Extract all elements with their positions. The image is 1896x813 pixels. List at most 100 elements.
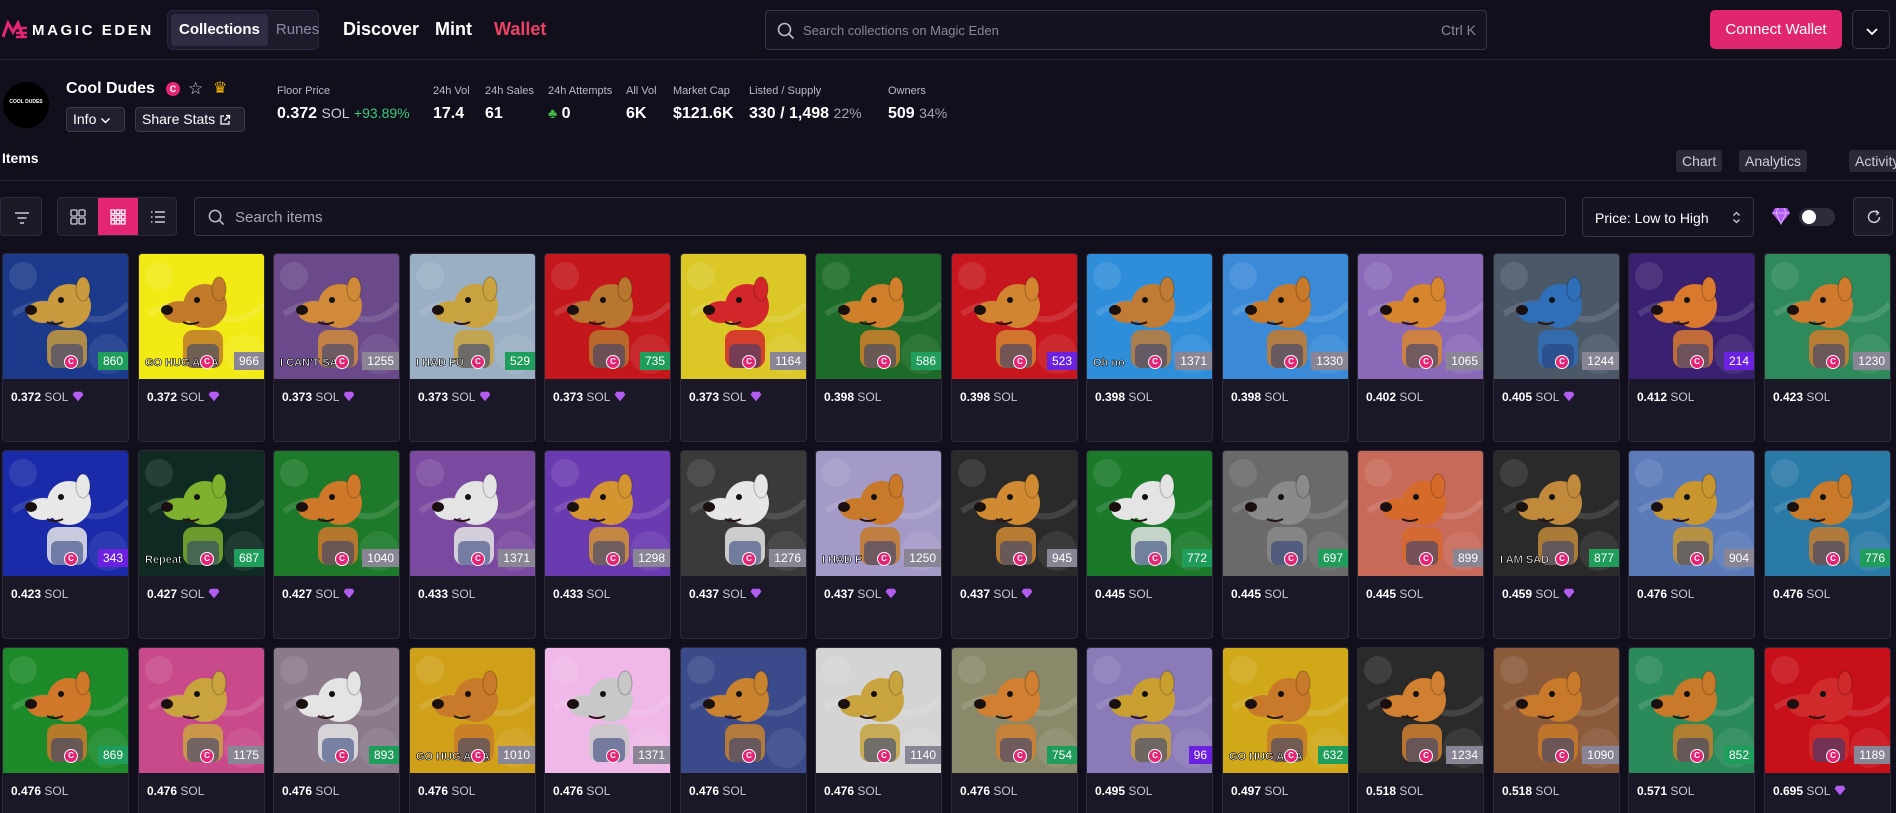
nft-card[interactable]: I HAD F C 1250 0.437 SOL <box>815 450 942 639</box>
nft-card[interactable]: C 904 0.476 SOL <box>1628 450 1755 639</box>
nft-card[interactable]: C 1371 0.476 SOL <box>544 647 671 813</box>
tab-analytics[interactable]: Analytics <box>1739 150 1808 172</box>
menu-dropdown-button[interactable] <box>1852 10 1890 49</box>
nft-thumbnail[interactable]: C 899 <box>1358 451 1483 576</box>
magic-eden-logo[interactable]: MAGIC EDEN <box>2 20 154 40</box>
nft-card[interactable]: C 1234 0.518 SOL <box>1357 647 1484 813</box>
nft-card[interactable]: I CAN'T SA C 1255 0.373 SOL <box>273 253 400 442</box>
nft-card[interactable]: C 214 0.412 SOL <box>1628 253 1755 442</box>
nft-card[interactable]: C 1230 0.423 SOL <box>1764 253 1891 442</box>
nft-thumbnail[interactable]: GO HUG A CA C 1010 <box>410 648 535 773</box>
nft-card[interactable]: C 1090 0.518 SOL <box>1493 647 1620 813</box>
nft-card[interactable]: C 1189 0.695 SOL <box>1764 647 1891 813</box>
view-large-grid-button[interactable] <box>58 198 98 235</box>
nft-thumbnail[interactable]: GO HUG A CA C 966 <box>139 254 264 379</box>
view-list-button[interactable] <box>138 198 176 235</box>
nft-thumbnail[interactable]: C 1065 <box>1358 254 1483 379</box>
nft-thumbnail[interactable]: C 1234 <box>1358 648 1483 773</box>
item-search-input[interactable]: Search items <box>194 197 1566 236</box>
view-small-grid-button[interactable] <box>98 198 138 235</box>
nft-card[interactable]: Oh no C 1371 0.398 SOL <box>1086 253 1213 442</box>
nft-card[interactable]: C 945 0.437 SOL <box>951 450 1078 639</box>
tab-collections[interactable]: Collections <box>171 14 268 46</box>
nft-card[interactable]: C 523 0.398 SOL <box>951 253 1078 442</box>
nft-card[interactable]: C 1040 0.427 SOL <box>273 450 400 639</box>
filter-button[interactable] <box>0 197 42 236</box>
nft-card[interactable]: C 776 0.476 SOL <box>1764 450 1891 639</box>
nft-card[interactable]: Repeat C 687 0.427 SOL <box>138 450 265 639</box>
nft-card[interactable]: GO HUG A CA C 1010 0.476 SOL <box>409 647 536 813</box>
nft-thumbnail[interactable]: C 772 <box>1087 451 1212 576</box>
nft-card[interactable]: C 735 0.373 SOL <box>544 253 671 442</box>
info-button[interactable]: Info <box>66 107 125 132</box>
nav-wallet[interactable]: Wallet <box>494 19 546 40</box>
nft-thumbnail[interactable]: C 1175 <box>139 648 264 773</box>
nft-thumbnail[interactable]: I CAN'T SA C 1255 <box>274 254 399 379</box>
nft-card[interactable]: C 96 0.495 SOL <box>1086 647 1213 813</box>
nft-card[interactable]: I AM SAD C 877 0.459 SOL <box>1493 450 1620 639</box>
nft-thumbnail[interactable]: C 1244 <box>1494 254 1619 379</box>
nft-card[interactable]: C 343 0.423 SOL <box>2 450 129 639</box>
nft-card[interactable]: C 697 0.445 SOL <box>1222 450 1349 639</box>
nft-thumbnail[interactable]: C 776 <box>1765 451 1890 576</box>
nft-thumbnail[interactable]: C 1298 <box>545 451 670 576</box>
collection-search-input[interactable]: Search collections on Magic Eden Ctrl K <box>765 10 1487 50</box>
rarity-toggle[interactable] <box>1799 208 1835 226</box>
connect-wallet-button[interactable]: Connect Wallet <box>1710 10 1842 49</box>
nft-card[interactable]: C 869 0.476 SOL <box>2 647 129 813</box>
nft-thumbnail[interactable]: C 945 <box>952 451 1077 576</box>
sort-select[interactable]: Price: Low to High <box>1582 197 1754 237</box>
nft-thumbnail[interactable]: C 1330 <box>1223 254 1348 379</box>
nav-discover[interactable]: Discover <box>343 19 419 40</box>
share-stats-button[interactable]: Share Stats <box>135 107 245 132</box>
nft-card[interactable]: C 586 0.398 SOL <box>815 253 942 442</box>
nft-card[interactable]: I HAD FU C 529 0.373 SOL <box>409 253 536 442</box>
nft-thumbnail[interactable]: C 1090 <box>1494 648 1619 773</box>
star-icon[interactable]: ☆ <box>188 80 203 97</box>
nft-thumbnail[interactable]: C 697 <box>1223 451 1348 576</box>
nft-thumbnail[interactable]: C 860 <box>3 254 128 379</box>
refresh-button[interactable] <box>1853 197 1893 236</box>
nft-thumbnail[interactable]: C 893 <box>274 648 399 773</box>
nft-card[interactable]: C 893 0.476 SOL <box>273 647 400 813</box>
nft-card[interactable]: C 852 0.571 SOL <box>1628 647 1755 813</box>
nft-thumbnail[interactable]: GO HUG A CA C 632 <box>1223 648 1348 773</box>
nav-mint[interactable]: Mint <box>435 19 472 40</box>
nft-thumbnail[interactable]: I HAD FU C 529 <box>410 254 535 379</box>
nft-card[interactable]: GO HUG A CA C 966 0.372 SOL <box>138 253 265 442</box>
nft-thumbnail[interactable]: C 735 <box>545 254 670 379</box>
nft-thumbnail[interactable]: C 1276 <box>681 451 806 576</box>
nft-thumbnail[interactable]: I AM SAD C 877 <box>1494 451 1619 576</box>
nft-thumbnail[interactable]: C 1164 <box>681 254 806 379</box>
nft-card[interactable]: C 1371 0.433 SOL <box>409 450 536 639</box>
nft-thumbnail[interactable]: C 1371 <box>410 451 535 576</box>
tab-runes[interactable]: Runes <box>268 14 327 46</box>
nft-card[interactable]: C 1140 0.476 SOL <box>815 647 942 813</box>
nft-card[interactable]: C 772 0.445 SOL <box>1086 450 1213 639</box>
nft-thumbnail[interactable]: C 1140 <box>816 648 941 773</box>
tab-activity[interactable]: Activity <box>1849 150 1896 172</box>
nft-thumbnail[interactable]: C 852 <box>1629 648 1754 773</box>
nft-card[interactable]: C 754 0.476 SOL <box>951 647 1078 813</box>
nft-thumbnail[interactable]: C <box>681 648 806 773</box>
nft-thumbnail[interactable]: C 523 <box>952 254 1077 379</box>
nft-thumbnail[interactable]: C 1230 <box>1765 254 1890 379</box>
nft-thumbnail[interactable]: C 1371 <box>545 648 670 773</box>
nft-card[interactable]: C 1276 0.437 SOL <box>680 450 807 639</box>
nft-card[interactable]: C 1298 0.433 SOL <box>544 450 671 639</box>
nft-card[interactable]: C 1330 0.398 SOL <box>1222 253 1349 442</box>
nft-card[interactable]: C 1065 0.402 SOL <box>1357 253 1484 442</box>
nft-thumbnail[interactable]: C 586 <box>816 254 941 379</box>
nft-thumbnail[interactable]: I HAD F C 1250 <box>816 451 941 576</box>
nft-thumbnail[interactable]: C 214 <box>1629 254 1754 379</box>
nft-thumbnail[interactable]: C 869 <box>3 648 128 773</box>
nft-thumbnail[interactable]: C 343 <box>3 451 128 576</box>
nft-thumbnail[interactable]: C 1189 <box>1765 648 1890 773</box>
nft-thumbnail[interactable]: C 904 <box>1629 451 1754 576</box>
nft-thumbnail[interactable]: Repeat C 687 <box>139 451 264 576</box>
nft-thumbnail[interactable]: Oh no C 1371 <box>1087 254 1212 379</box>
nft-card[interactable]: C 899 0.445 SOL <box>1357 450 1484 639</box>
nft-card[interactable]: GO HUG A CA C 632 0.497 SOL <box>1222 647 1349 813</box>
nft-card[interactable]: C 0.476 SOL <box>680 647 807 813</box>
nft-card[interactable]: C 1244 0.405 SOL <box>1493 253 1620 442</box>
